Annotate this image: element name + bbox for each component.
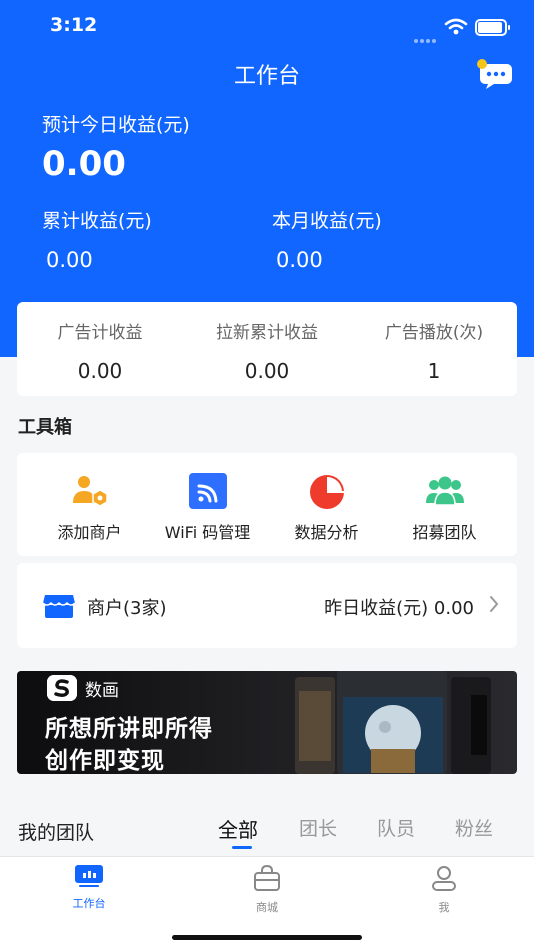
tab-all[interactable]: 全部	[218, 814, 258, 843]
active-tab-indicator	[232, 846, 252, 849]
tab-fans[interactable]: 粉丝	[455, 814, 493, 841]
stat-ad-earnings: 广告计收益 0.00	[17, 318, 183, 383]
status-bar: 3:12	[0, 0, 534, 52]
toolbox-title: 工具箱	[18, 417, 72, 438]
brand-logo	[47, 675, 77, 701]
home-indicator	[172, 935, 362, 940]
banner-brand: 数画	[85, 681, 119, 701]
battery-icon	[475, 19, 510, 36]
banner-artwork	[295, 671, 491, 774]
user-icon	[432, 866, 456, 891]
wifi-code-icon	[188, 473, 227, 509]
merchant-row[interactable]: 商户(3家) 昨日收益(元) 0.00	[17, 563, 517, 648]
nav-workbench[interactable]: 工作台	[29, 865, 149, 911]
stat-value: 0.00	[244, 359, 290, 383]
tool-label: WiFi 码管理	[164, 523, 251, 542]
estimated-today-value: 0.00	[42, 144, 126, 184]
pie-chart-icon	[309, 475, 344, 509]
stat-ad-plays: 广告播放(次) 1	[351, 318, 517, 383]
cellular-signal-icon	[414, 28, 438, 47]
tool-label: 数据分析	[294, 523, 359, 542]
nav-shop[interactable]: 商城	[207, 864, 327, 915]
recruit-team-button[interactable]: 招募团队	[382, 473, 507, 547]
data-analysis-button[interactable]: 数据分析	[264, 473, 389, 547]
tool-label: 添加商户	[57, 523, 122, 542]
chevron-right-icon	[490, 596, 499, 612]
month-earnings-value: 0.00	[276, 248, 323, 272]
promo-banner[interactable]: 数画 所想所讲即所得 创作即变现	[17, 671, 517, 774]
team-icon	[425, 476, 464, 506]
stats-card: 广告计收益 0.00 拉新累计收益 0.00 广告播放(次) 1	[17, 302, 517, 396]
nav-label: 我	[438, 901, 450, 914]
stat-value: 0.00	[77, 359, 123, 383]
stat-label: 拉新累计收益	[216, 323, 318, 343]
banner-headline: 所想所讲即所得	[45, 716, 213, 742]
nav-label: 商城	[256, 901, 278, 914]
month-earnings-label: 本月收益(元)	[272, 210, 382, 232]
tab-member[interactable]: 队员	[377, 814, 415, 841]
team-title: 我的团队	[18, 822, 95, 844]
stat-label: 广告播放(次)	[384, 323, 484, 343]
toolbox-card: 添加商户 WiFi 码管理 数据分析 招募团队	[17, 453, 517, 556]
nav-label: 工作台	[72, 897, 106, 910]
tab-leader[interactable]: 团长	[299, 814, 337, 841]
status-time: 3:12	[50, 14, 98, 36]
stat-value: 1	[427, 359, 441, 383]
yesterday-earnings: 昨日收益(元) 0.00	[324, 598, 474, 619]
nav-me[interactable]: 我	[384, 865, 504, 915]
estimated-today-label: 预计今日收益(元)	[42, 114, 190, 136]
banner-subline: 创作即变现	[45, 748, 165, 774]
shop-bag-icon	[254, 864, 280, 891]
workbench-icon	[75, 865, 103, 887]
message-icon[interactable]	[474, 58, 514, 90]
stat-label: 广告计收益	[57, 323, 143, 343]
wifi-code-button[interactable]: WiFi 码管理	[145, 473, 270, 547]
tool-label: 招募团队	[412, 523, 477, 542]
wifi-status-icon	[444, 18, 468, 35]
merchant-count: 商户(3家)	[87, 598, 167, 619]
accumulated-earnings-label: 累计收益(元)	[42, 210, 152, 232]
accumulated-earnings-value: 0.00	[46, 248, 93, 272]
add-merchant-button[interactable]: 添加商户	[27, 473, 152, 547]
stat-referral-earnings: 拉新累计收益 0.00	[184, 318, 350, 383]
store-icon	[43, 595, 75, 618]
add-merchant-icon	[72, 476, 108, 507]
page-title: 工作台	[233, 64, 300, 89]
